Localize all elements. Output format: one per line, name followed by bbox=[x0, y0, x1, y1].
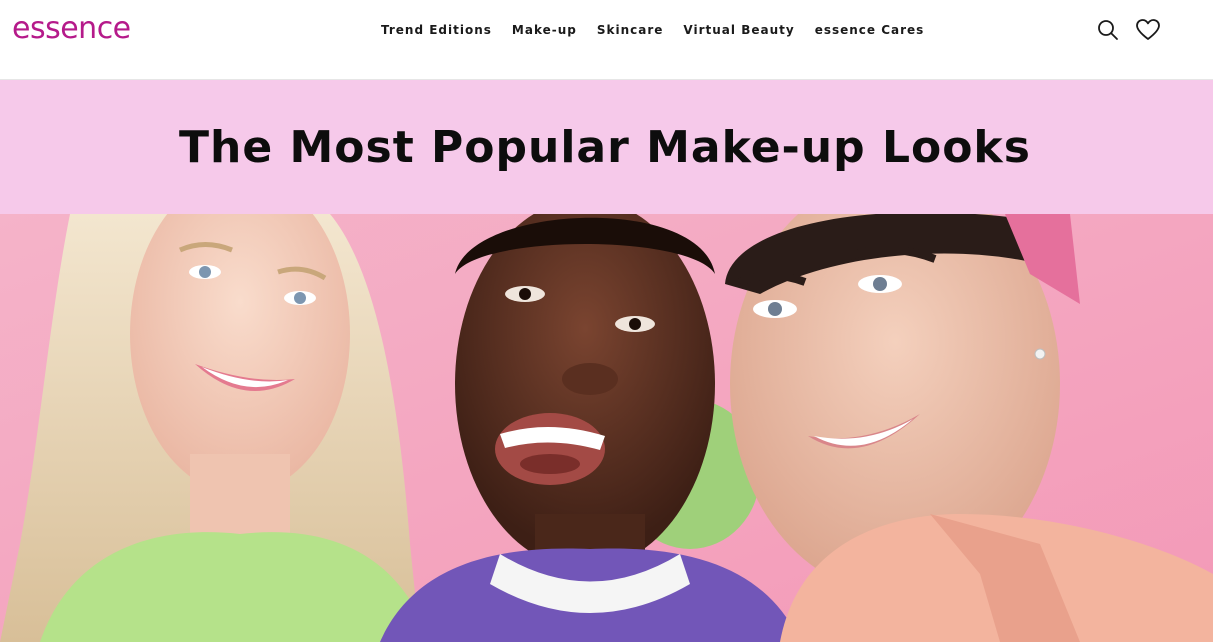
nav-item-virtual-beauty[interactable]: Virtual Beauty bbox=[683, 23, 794, 37]
search-icon[interactable] bbox=[1094, 16, 1122, 44]
header-actions bbox=[1094, 16, 1162, 44]
main-nav: Trend Editions Make-up Skincare Virtual … bbox=[381, 20, 924, 40]
title-band: The Most Popular Make-up Looks bbox=[0, 80, 1213, 214]
page-title: The Most Popular Make-up Looks bbox=[179, 122, 1031, 173]
nav-item-skincare[interactable]: Skincare bbox=[597, 23, 664, 37]
nav-item-make-up[interactable]: Make-up bbox=[512, 23, 577, 37]
site-header: essence Trend Editions Make-up Skincare … bbox=[0, 0, 1213, 80]
hero-illustration bbox=[0, 214, 1213, 642]
nav-item-trend-editions[interactable]: Trend Editions bbox=[381, 23, 492, 37]
essence-logo[interactable]: essence bbox=[12, 12, 157, 46]
logo-wordmark: essence bbox=[12, 11, 131, 46]
hero-image bbox=[0, 214, 1213, 642]
nav-item-essence-cares[interactable]: essence Cares bbox=[815, 23, 925, 37]
heart-icon[interactable] bbox=[1134, 16, 1162, 44]
